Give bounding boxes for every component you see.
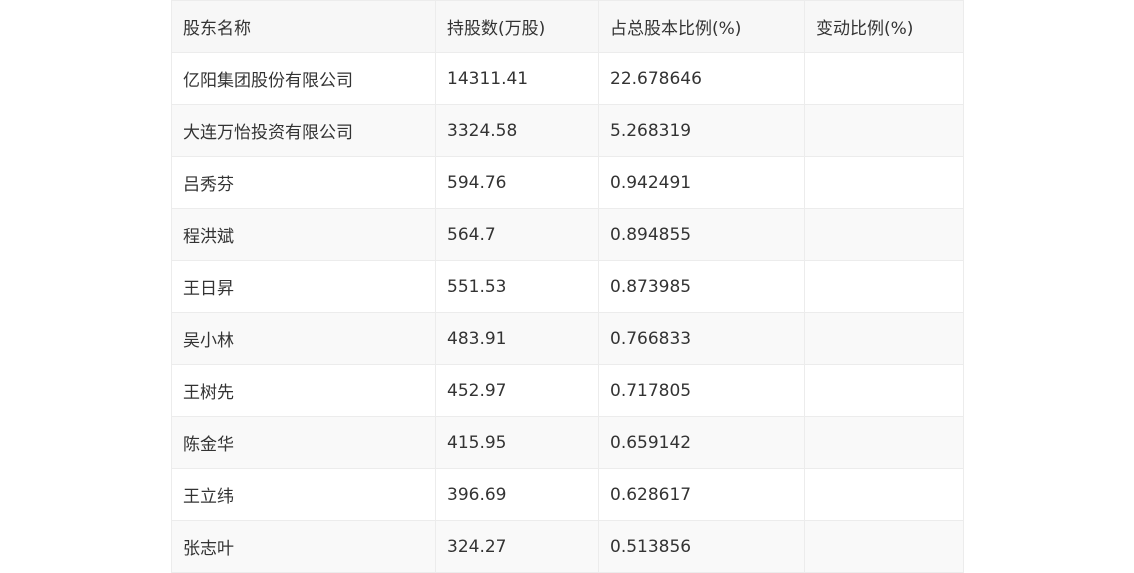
cell-share-ratio: 0.717805: [598, 364, 805, 417]
cell-share-ratio: 0.513856: [598, 520, 805, 573]
cell-shareholder-name: 大连万怡投资有限公司: [171, 104, 436, 157]
cell-shareholder-name: 吴小林: [171, 312, 436, 365]
table-body: 亿阳集团股份有限公司 14311.41 22.678646 大连万怡投资有限公司…: [171, 52, 964, 573]
table-row: 程洪斌 564.7 0.894855: [171, 208, 964, 261]
header-shares-held: 持股数(万股): [435, 0, 599, 53]
cell-share-ratio: 0.942491: [598, 156, 805, 209]
cell-shares-held: 14311.41: [435, 52, 599, 105]
cell-change-ratio: [804, 468, 964, 521]
table-row: 王立纬 396.69 0.628617: [171, 468, 964, 521]
cell-shareholder-name: 吕秀芬: [171, 156, 436, 209]
cell-shares-held: 324.27: [435, 520, 599, 573]
cell-share-ratio: 0.873985: [598, 260, 805, 313]
cell-shares-held: 564.7: [435, 208, 599, 261]
cell-change-ratio: [804, 104, 964, 157]
cell-change-ratio: [804, 260, 964, 313]
cell-shares-held: 594.76: [435, 156, 599, 209]
cell-shares-held: 483.91: [435, 312, 599, 365]
header-share-ratio: 占总股本比例(%): [598, 0, 805, 53]
header-shareholder-name: 股东名称: [171, 0, 436, 53]
cell-shares-held: 551.53: [435, 260, 599, 313]
header-row: 股东名称 持股数(万股) 占总股本比例(%) 变动比例(%): [171, 0, 964, 53]
table-row: 亿阳集团股份有限公司 14311.41 22.678646: [171, 52, 964, 105]
cell-shareholder-name: 亿阳集团股份有限公司: [171, 52, 436, 105]
cell-shareholder-name: 程洪斌: [171, 208, 436, 261]
cell-share-ratio: 5.268319: [598, 104, 805, 157]
cell-shareholder-name: 陈金华: [171, 416, 436, 469]
shareholder-table-container: 股东名称 持股数(万股) 占总股本比例(%) 变动比例(%) 亿阳集团股份有限公…: [171, 0, 964, 573]
cell-shares-held: 452.97: [435, 364, 599, 417]
table-row: 大连万怡投资有限公司 3324.58 5.268319: [171, 104, 964, 157]
table-row: 王日昇 551.53 0.873985: [171, 260, 964, 313]
cell-share-ratio: 0.628617: [598, 468, 805, 521]
cell-shareholder-name: 王日昇: [171, 260, 436, 313]
table-row: 吕秀芬 594.76 0.942491: [171, 156, 964, 209]
cell-change-ratio: [804, 312, 964, 365]
shareholder-table: 股东名称 持股数(万股) 占总股本比例(%) 变动比例(%) 亿阳集团股份有限公…: [171, 0, 964, 573]
table-row: 吴小林 483.91 0.766833: [171, 312, 964, 365]
cell-share-ratio: 0.659142: [598, 416, 805, 469]
cell-share-ratio: 22.678646: [598, 52, 805, 105]
table-row: 王树先 452.97 0.717805: [171, 364, 964, 417]
header-change-ratio: 变动比例(%): [804, 0, 964, 53]
table-header: 股东名称 持股数(万股) 占总股本比例(%) 变动比例(%): [171, 0, 964, 53]
cell-change-ratio: [804, 520, 964, 573]
cell-shares-held: 3324.58: [435, 104, 599, 157]
table-row: 张志叶 324.27 0.513856: [171, 520, 964, 573]
cell-change-ratio: [804, 364, 964, 417]
cell-change-ratio: [804, 416, 964, 469]
cell-change-ratio: [804, 156, 964, 209]
table-row: 陈金华 415.95 0.659142: [171, 416, 964, 469]
cell-share-ratio: 0.766833: [598, 312, 805, 365]
cell-change-ratio: [804, 52, 964, 105]
cell-shareholder-name: 王立纬: [171, 468, 436, 521]
cell-shareholder-name: 王树先: [171, 364, 436, 417]
cell-share-ratio: 0.894855: [598, 208, 805, 261]
cell-change-ratio: [804, 208, 964, 261]
cell-shares-held: 396.69: [435, 468, 599, 521]
cell-shares-held: 415.95: [435, 416, 599, 469]
cell-shareholder-name: 张志叶: [171, 520, 436, 573]
